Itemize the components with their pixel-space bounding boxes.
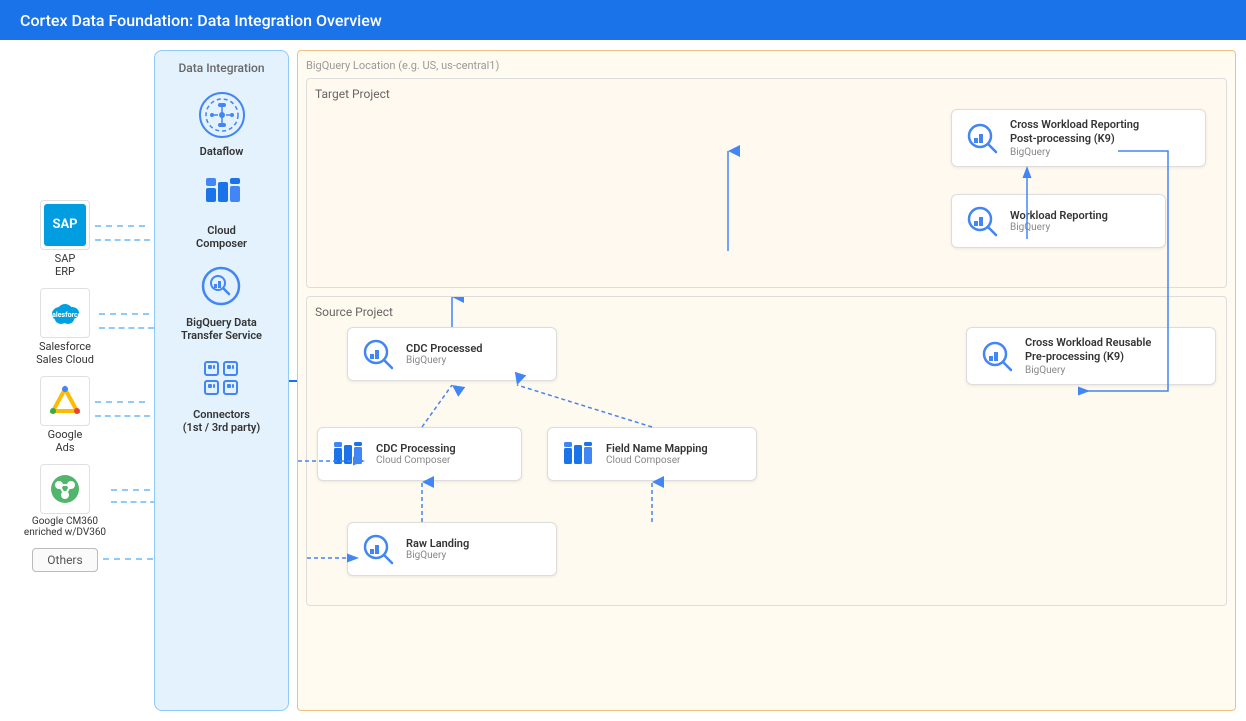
raw-landing-node: Raw Landing BigQuery [347, 522, 557, 576]
dataflow-icon [196, 89, 248, 141]
others-label: Others [47, 553, 82, 567]
cwrr-subtitle: BigQuery [1025, 365, 1151, 376]
page-header: Cortex Data Foundation: Data Integration… [0, 0, 1246, 40]
cwrr-title: Cross Workload ReusablePre-processing (K… [1025, 336, 1151, 365]
source-sap-erp: SAP SAPERP [40, 200, 90, 278]
source-others: Others [32, 548, 97, 572]
di-bq-transfer: BigQuery DataTransfer Service [181, 260, 262, 342]
di-title: Data Integration [178, 61, 264, 75]
bq-location-label: BigQuery Location (e.g. US, us-central1) [306, 59, 1227, 72]
bq-location-panel: BigQuery Location (e.g. US, us-central1)… [297, 50, 1236, 711]
rl-title: Raw Landing [406, 537, 469, 550]
workload-reporting-node: Workload Reporting BigQuery [951, 194, 1166, 248]
source-project-label: Source Project [315, 305, 1218, 319]
cloud-composer-icon-fnm [560, 436, 596, 472]
target-project-panel: Target Project Cross Workload ReportingP… [306, 78, 1227, 288]
sources-to-di-arrow [128, 50, 146, 711]
gads-connector-line [95, 401, 145, 403]
bq-search-icon-wr [964, 203, 1000, 239]
source-salesforce: salesforce SalesforceSales Cloud [36, 288, 94, 366]
sap-erp-label: SAPERP [55, 252, 76, 278]
sf-connector-line [99, 313, 149, 315]
cwr-subtitle: BigQuery [1010, 147, 1139, 158]
connectors-icon [195, 352, 247, 404]
cm360-label: Google CM360enriched w/DV360 [24, 516, 106, 538]
data-integration-panel: Data Integration Dataflow [154, 50, 289, 711]
di-dataflow: Dataflow [196, 89, 248, 158]
source-project-panel: Source Project CDC Processed BigQuery [306, 296, 1227, 606]
bq-search-icon-rl [360, 531, 396, 567]
field-name-mapping-node: Field Name Mapping Cloud Composer [547, 427, 757, 481]
cross-workload-reusable-node: Cross Workload ReusablePre-processing (K… [966, 327, 1216, 385]
source-google-ads: GoogleAds [40, 376, 90, 454]
google-ads-label: GoogleAds [48, 428, 83, 454]
cdcpr-subtitle: Cloud Composer [376, 455, 456, 466]
bq-search-icon-cdcp [360, 336, 396, 372]
cdcp-title: CDC Processed [406, 342, 482, 355]
wr-subtitle: BigQuery [1010, 222, 1108, 233]
cwr-title: Cross Workload ReportingPost-processing … [1010, 118, 1139, 147]
dataflow-label: Dataflow [200, 145, 244, 158]
fnm-subtitle: Cloud Composer [606, 455, 708, 466]
sap-connector-line [95, 225, 145, 227]
cdc-processing-node: CDC Processing Cloud Composer [317, 427, 522, 481]
cm360-icon [47, 471, 83, 507]
cross-workload-reporting-node: Cross Workload ReportingPost-processing … [951, 109, 1206, 167]
wr-title: Workload Reporting [1010, 209, 1108, 222]
header-title: Cortex Data Foundation: Data Integration… [20, 11, 382, 30]
connectors-label: Connectors(1st / 3rd party) [183, 408, 261, 434]
di-cloud-composer: CloudComposer [196, 168, 248, 250]
bq-transfer-label: BigQuery DataTransfer Service [181, 316, 262, 342]
salesforce-icon: salesforce [46, 294, 84, 332]
sap-logo-icon: SAP [44, 204, 86, 246]
main-content: SAP SAPERP salesforce SalesforceSales Cl… [0, 40, 1246, 721]
salesforce-label: SalesforceSales Cloud [36, 340, 94, 366]
target-project-label: Target Project [315, 87, 1218, 101]
google-ads-icon [47, 383, 83, 419]
bq-search-icon-cwrr [979, 338, 1015, 374]
cdcpr-title: CDC Processing [376, 442, 456, 455]
bq-transfer-icon [195, 260, 247, 312]
cdcp-subtitle: BigQuery [406, 355, 482, 366]
source-cm360: Google CM360enriched w/DV360 [24, 464, 106, 538]
cloud-composer-icon-cdcpr [330, 436, 366, 472]
di-connectors: Connectors(1st / 3rd party) [183, 352, 261, 434]
fnm-title: Field Name Mapping [606, 442, 708, 455]
others-box: Others [32, 548, 97, 572]
cloud-composer-icon [196, 168, 248, 220]
sources-panel: SAP SAPERP salesforce SalesforceSales Cl… [10, 50, 120, 711]
cdc-processed-node: CDC Processed BigQuery [347, 327, 557, 381]
svg-text:salesforce: salesforce [49, 311, 82, 319]
rl-subtitle: BigQuery [406, 550, 469, 561]
others-connector-line [103, 558, 153, 560]
bq-search-icon-cwrp [964, 120, 1000, 156]
cloud-composer-label: CloudComposer [196, 224, 247, 250]
